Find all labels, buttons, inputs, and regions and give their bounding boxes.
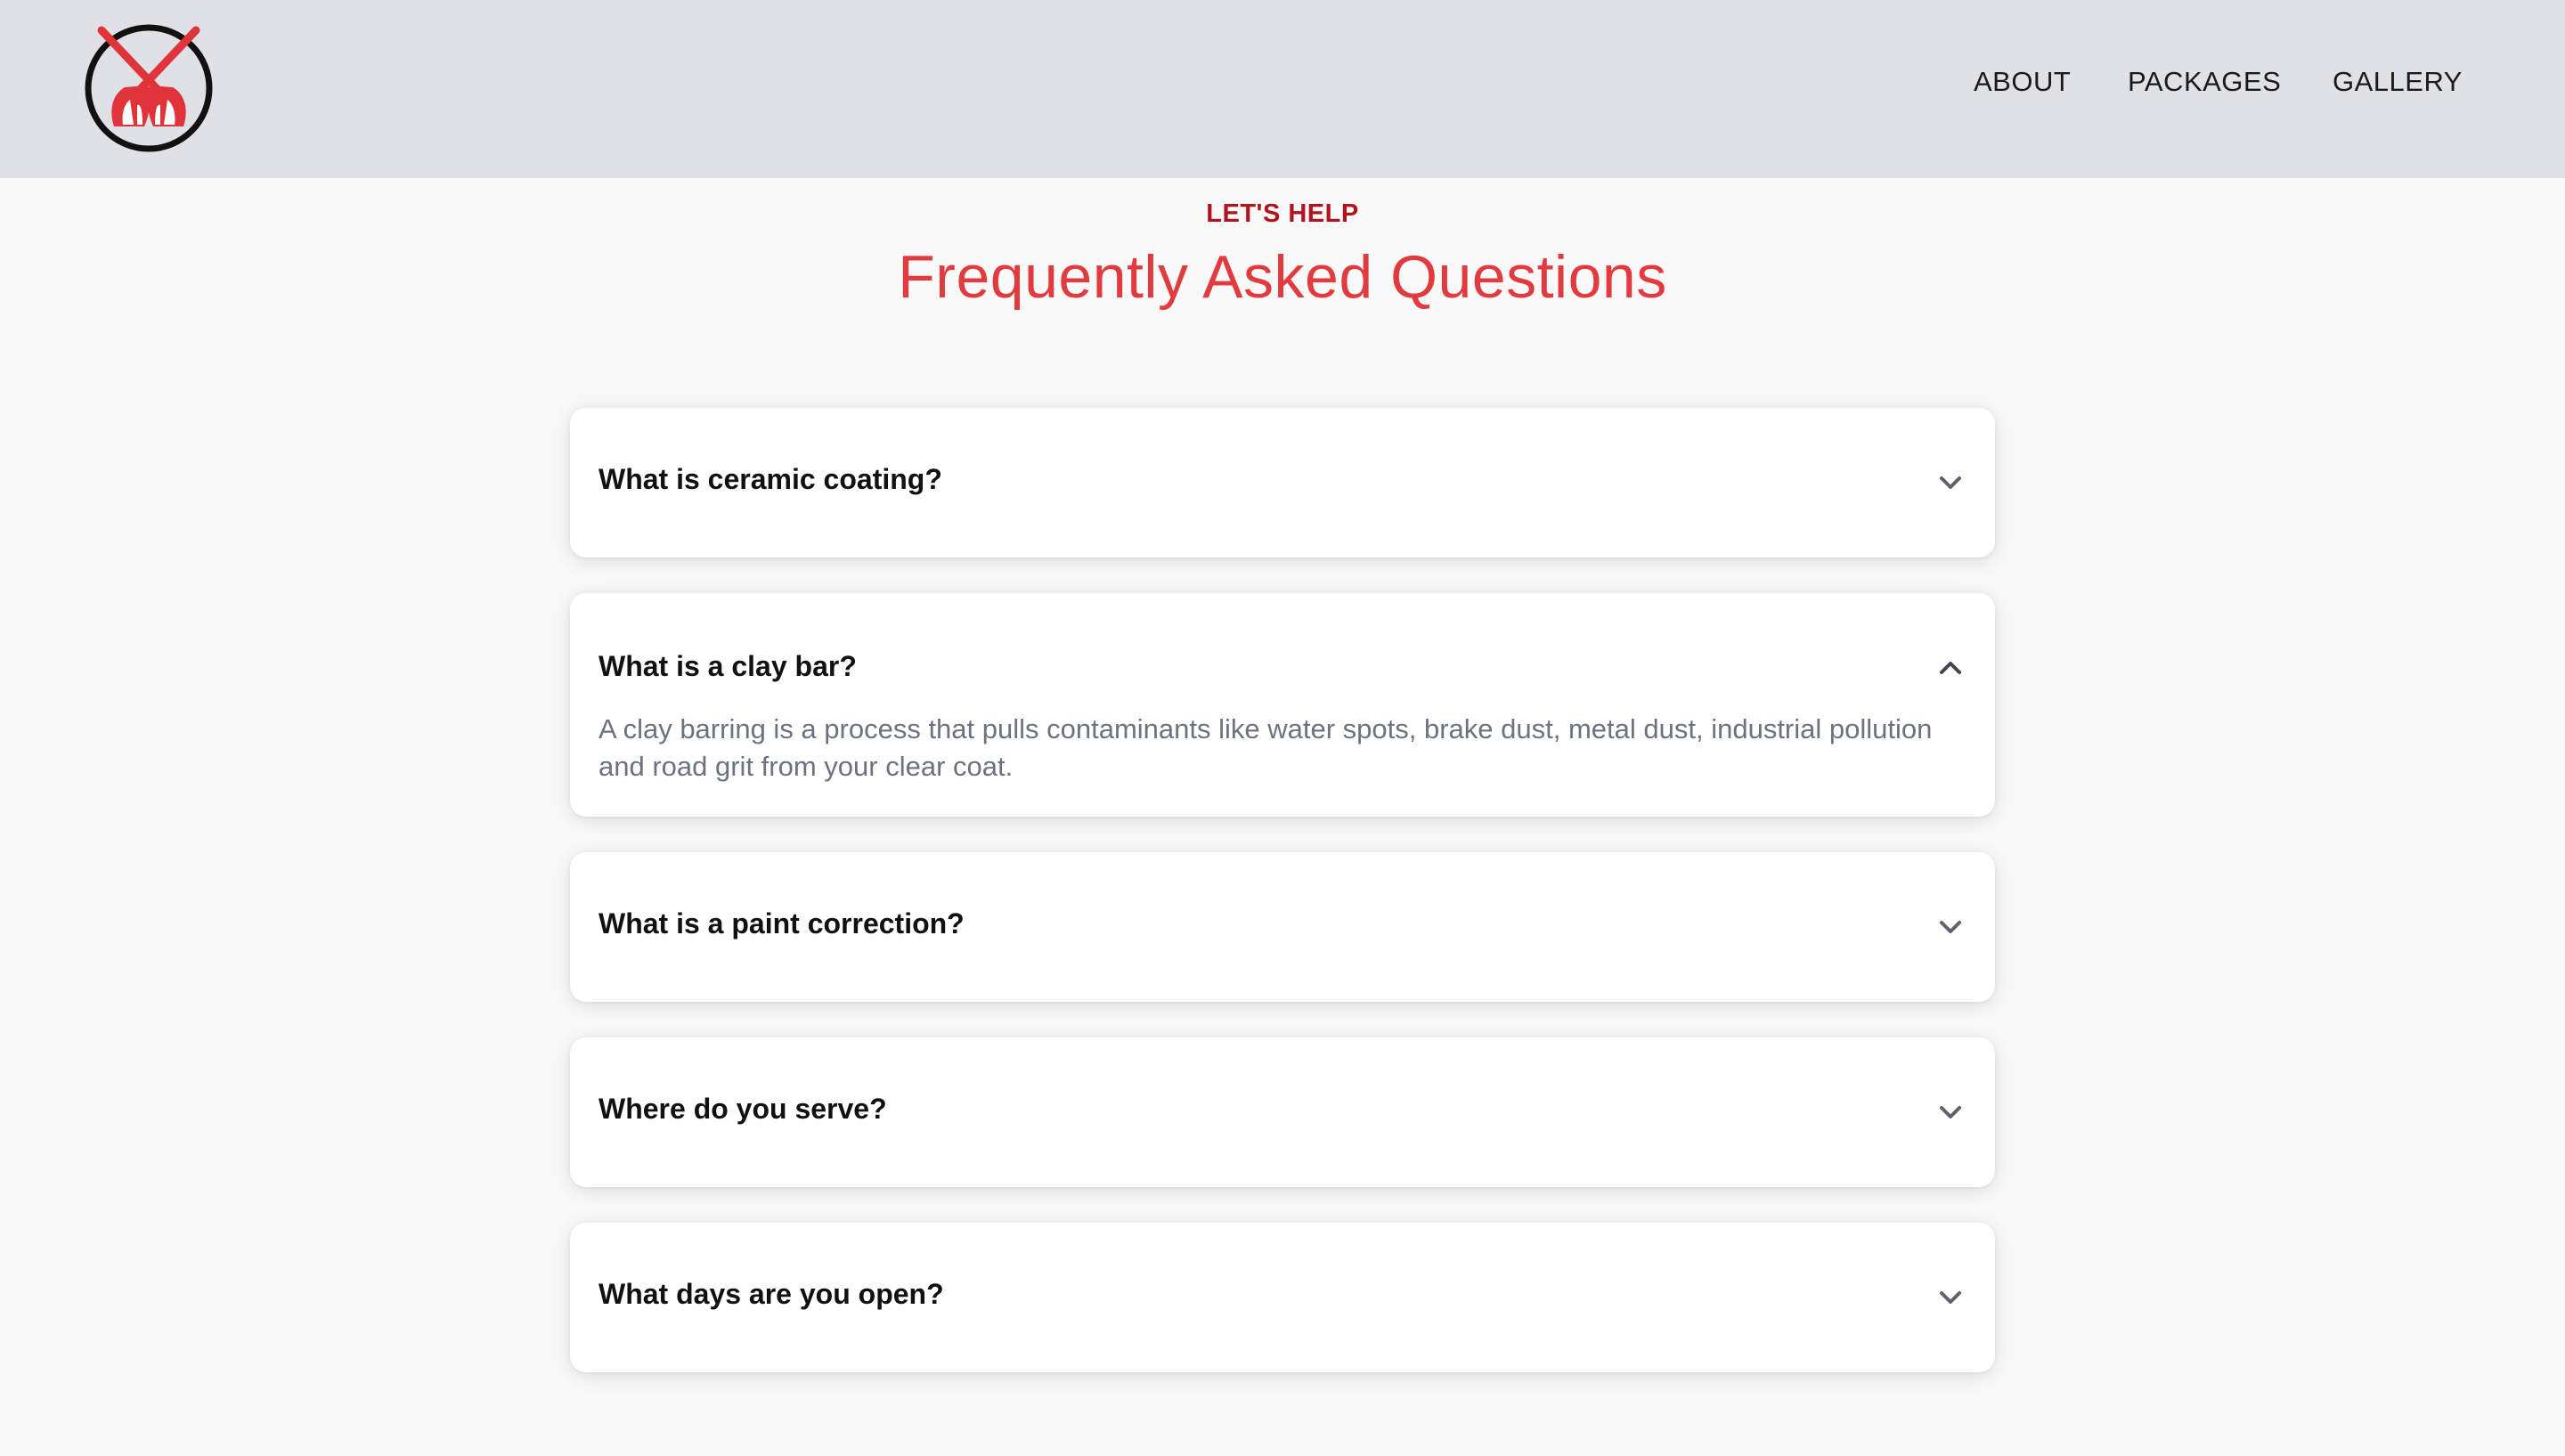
nav-gallery[interactable]: GALLERY bbox=[2333, 66, 2463, 98]
chevron-up-icon[interactable] bbox=[1934, 652, 1966, 684]
section-eyebrow: LET'S HELP bbox=[1206, 199, 1359, 228]
faq-item-service-area[interactable]: Where do you serve? bbox=[570, 1037, 1995, 1187]
chevron-down-icon[interactable] bbox=[1934, 911, 1966, 943]
faq-item-paint-correction[interactable]: What is a paint correction? bbox=[570, 852, 1995, 1002]
chevron-down-icon[interactable] bbox=[1934, 1096, 1966, 1128]
brand-logo[interactable] bbox=[82, 21, 216, 155]
chevron-down-icon[interactable] bbox=[1934, 1281, 1966, 1314]
page-title: Frequently Asked Questions bbox=[898, 243, 1667, 311]
faq-item-clay-bar[interactable]: What is a clay bar? A clay barring is a … bbox=[570, 593, 1995, 817]
faq-answer: A clay barring is a process that pulls c… bbox=[598, 713, 1933, 782]
faq-item-ceramic-coating[interactable]: What is ceramic coating? bbox=[570, 408, 1995, 557]
faq-question: What is a paint correction? bbox=[598, 907, 965, 939]
faq-question: What is ceramic coating? bbox=[598, 463, 942, 495]
faq-item-open-days[interactable]: What days are you open? bbox=[570, 1223, 1995, 1372]
faq-question: What is a clay bar? bbox=[598, 650, 857, 682]
nav-about[interactable]: ABOUT bbox=[1974, 66, 2071, 98]
faq-question: What days are you open? bbox=[598, 1278, 944, 1310]
faq-question: Where do you serve? bbox=[598, 1093, 887, 1125]
site-header: ABOUT PACKAGES GALLERY bbox=[0, 0, 2565, 178]
nav-packages[interactable]: PACKAGES bbox=[2128, 66, 2281, 98]
chevron-down-icon[interactable] bbox=[1934, 467, 1966, 499]
